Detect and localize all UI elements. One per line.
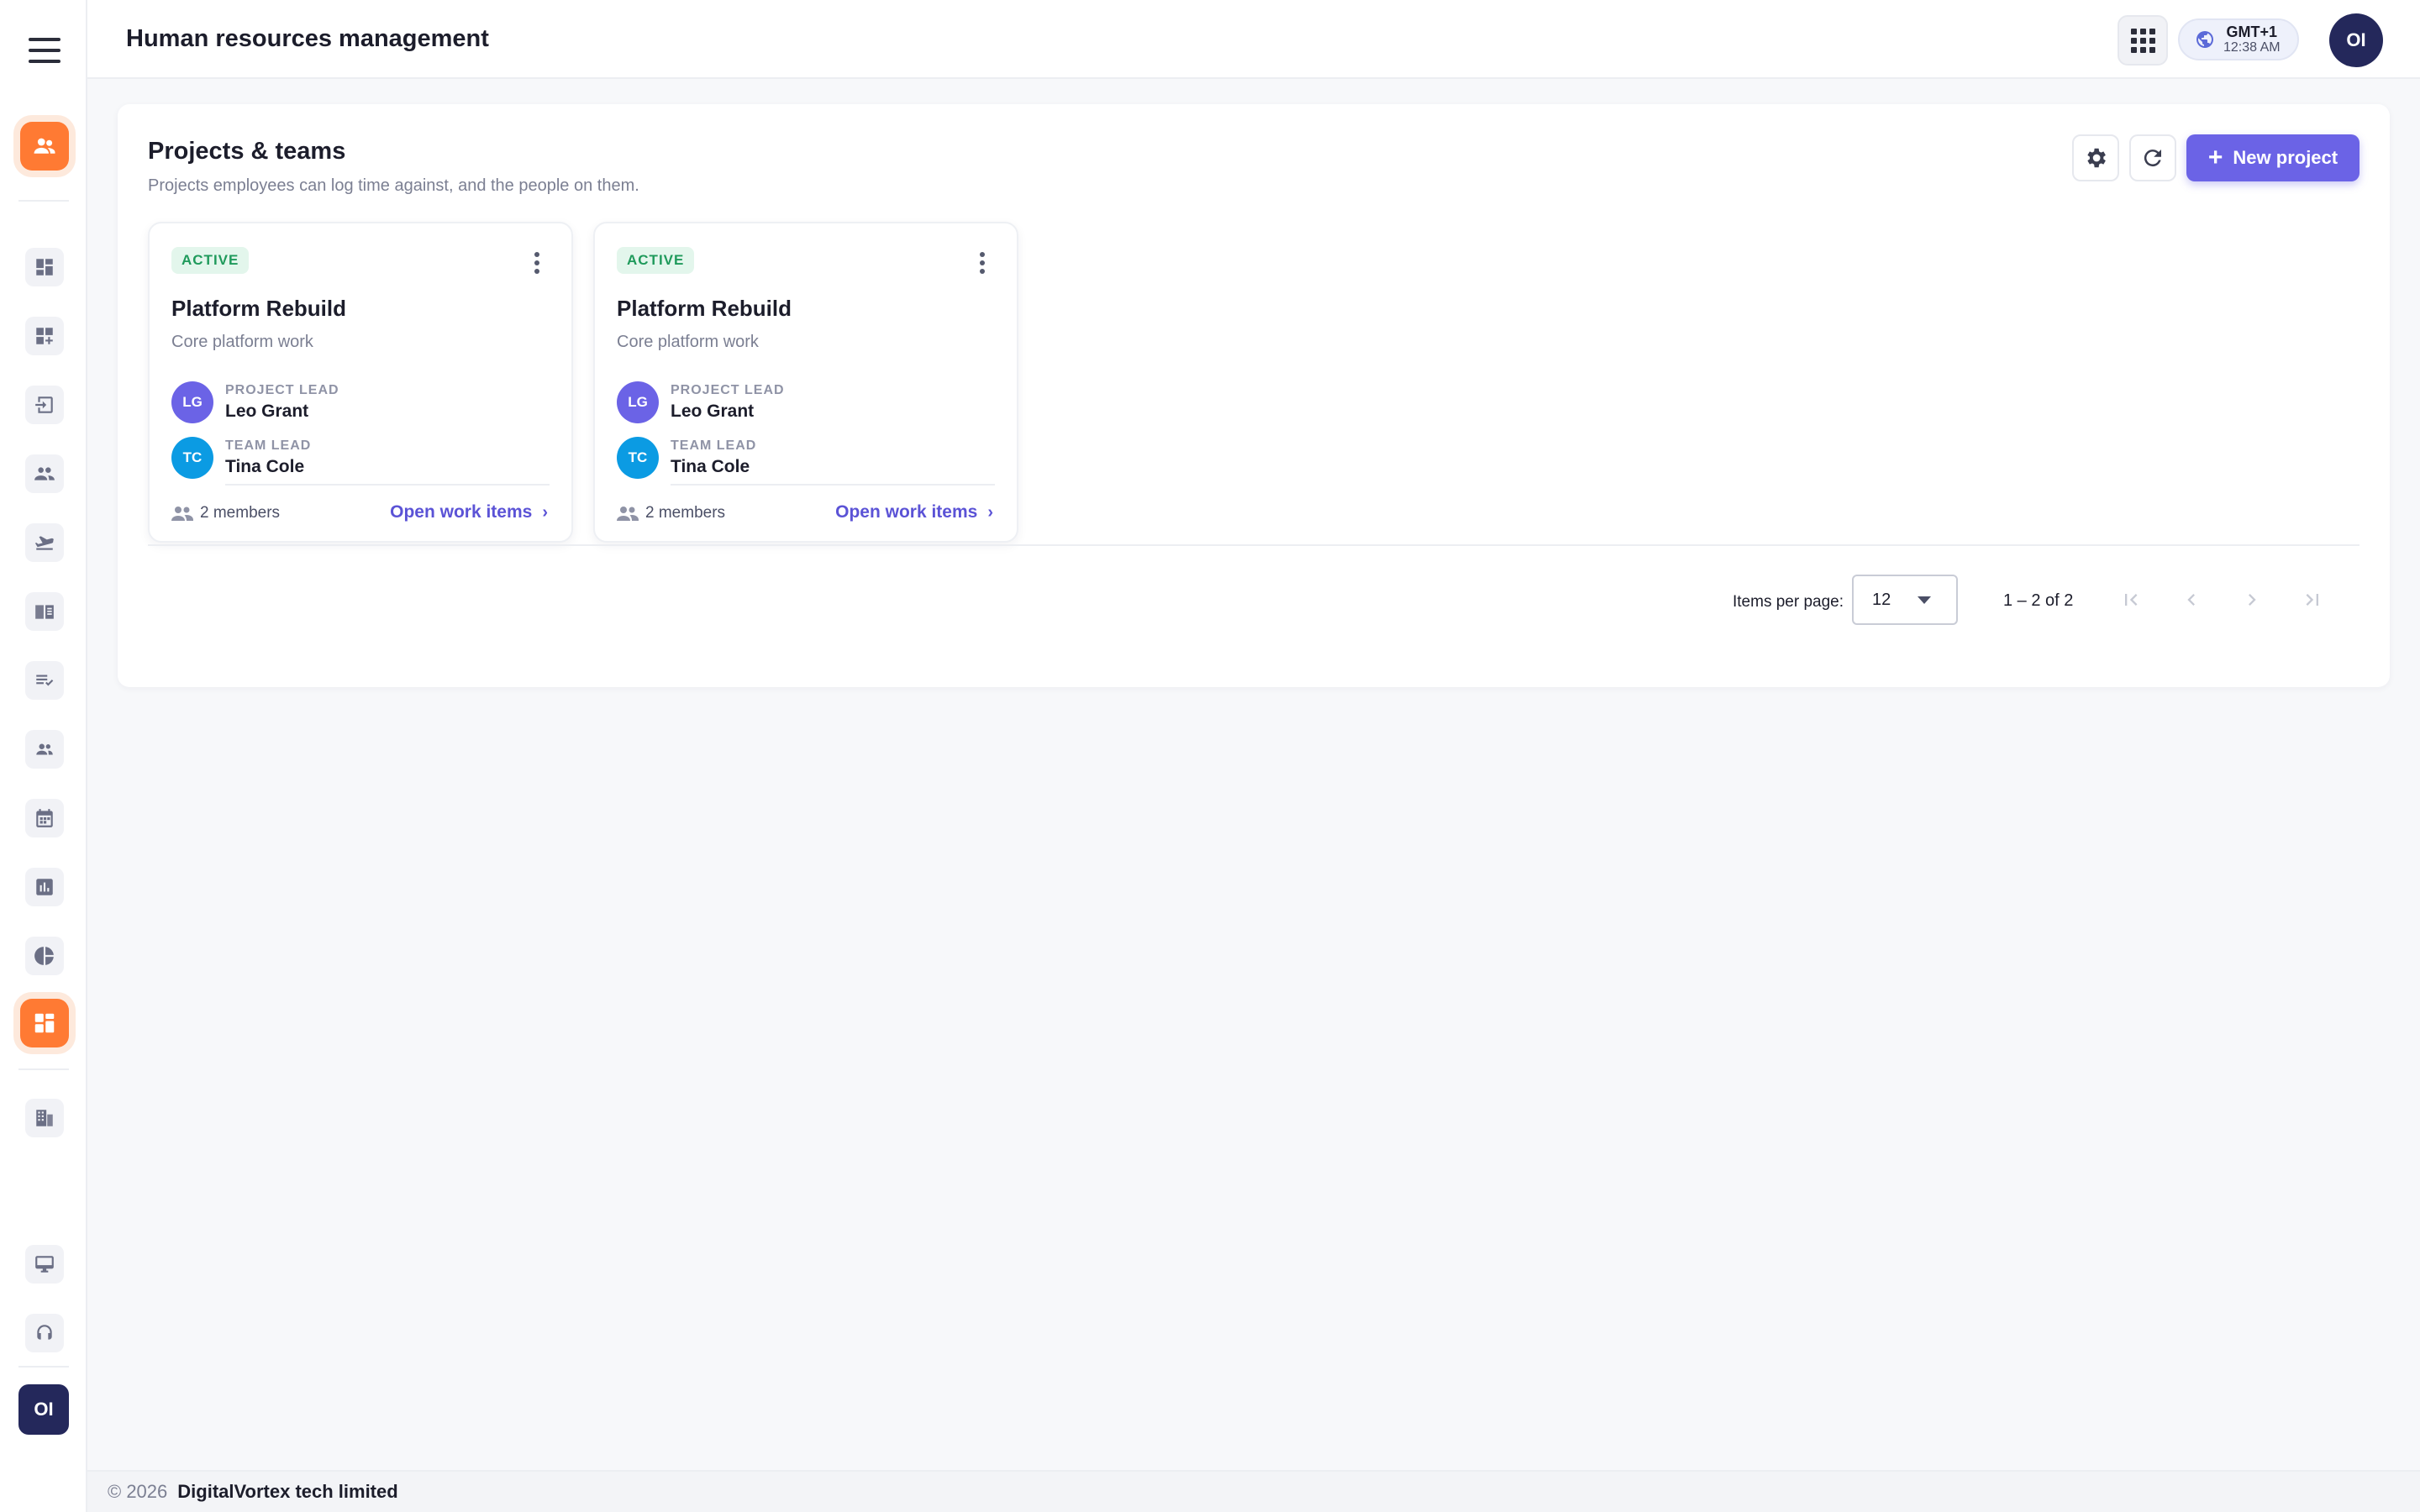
- members-count: 2 members: [171, 504, 280, 522]
- group-icon[interactable]: [25, 454, 64, 493]
- person-name: Tina Cole: [225, 457, 305, 476]
- last-page-button[interactable]: [2292, 580, 2333, 620]
- sidebar-user-avatar[interactable]: OI: [18, 1384, 69, 1435]
- avatar: LG: [171, 381, 213, 423]
- role-label: TEAM LEAD: [671, 438, 757, 453]
- items-per-page-value: 12: [1872, 590, 1891, 609]
- calendar-icon[interactable]: [25, 799, 64, 837]
- timezone-label: GMT+1: [2226, 24, 2278, 40]
- team-lead: TC TEAM LEAD Tina Cole: [617, 437, 756, 479]
- person-name: Leo Grant: [225, 402, 309, 421]
- more-options-icon[interactable]: [978, 252, 986, 274]
- page-subtitle: Projects employees can log time against,…: [148, 176, 639, 195]
- projects-icon[interactable]: [20, 999, 69, 1047]
- more-options-icon[interactable]: [533, 252, 541, 274]
- project-card[interactable]: ACTIVE Platform Rebuild Core platform wo…: [593, 222, 1018, 543]
- pagination-range: 1 – 2 of 2: [2003, 591, 2074, 610]
- role-label: TEAM LEAD: [225, 438, 312, 453]
- next-page-button[interactable]: [2232, 580, 2272, 620]
- first-page-button[interactable]: [2111, 580, 2151, 620]
- top-header: Human resources management GMT+1 12:38 A…: [87, 0, 2420, 79]
- open-work-items-link[interactable]: Open work items ›: [835, 502, 993, 522]
- chevron-right-icon: [2249, 594, 2256, 606]
- bar-chart-icon[interactable]: [25, 868, 64, 906]
- new-project-label: New project: [2233, 147, 2338, 168]
- plus-icon: +: [2207, 144, 2223, 171]
- avatar: TC: [617, 437, 659, 479]
- avatar: LG: [617, 381, 659, 423]
- first-page-icon: [2125, 594, 2138, 606]
- project-lead: LG PROJECT LEAD Leo Grant: [617, 381, 785, 423]
- members-icon: [617, 507, 639, 521]
- book-icon[interactable]: [25, 592, 64, 631]
- members-label: 2 members: [645, 504, 726, 522]
- footer: © 2026 DigitalVortex tech limited: [87, 1470, 2420, 1512]
- gear-icon: [2087, 148, 2106, 168]
- items-per-page-label: Items per page:: [1733, 593, 1844, 611]
- company-name: DigitalVortex tech limited: [177, 1481, 398, 1502]
- team-icon[interactable]: [25, 730, 64, 769]
- support-icon[interactable]: [25, 1314, 64, 1352]
- globe-icon: [2196, 31, 2213, 48]
- apps-grid-icon[interactable]: [2118, 15, 2168, 66]
- last-page-icon: [2306, 594, 2318, 606]
- app-title: Human resources management: [126, 25, 489, 52]
- copyright: © 2026: [108, 1481, 168, 1502]
- panel-divider: [148, 544, 2360, 546]
- members-label: 2 members: [200, 504, 281, 522]
- chevron-right-icon: ›: [542, 502, 548, 522]
- menu-icon[interactable]: [29, 38, 60, 63]
- person-name: Tina Cole: [671, 457, 750, 476]
- user-avatar[interactable]: OI: [2329, 13, 2383, 67]
- previous-page-button[interactable]: [2171, 580, 2212, 620]
- open-work-items-link[interactable]: Open work items ›: [390, 502, 548, 522]
- sidebar-divider: [18, 200, 69, 202]
- project-name: Platform Rebuild: [617, 296, 792, 321]
- page-title: Projects & teams: [148, 138, 346, 165]
- sidebar-divider: [18, 1366, 69, 1368]
- desktop-icon[interactable]: [25, 1245, 64, 1284]
- role-label: PROJECT LEAD: [671, 383, 785, 397]
- dashboard-icon[interactable]: [25, 248, 64, 286]
- project-lead: LG PROJECT LEAD Leo Grant: [171, 381, 339, 423]
- dashboard-add-icon[interactable]: [25, 317, 64, 355]
- pie-chart-icon[interactable]: [25, 937, 64, 975]
- avatar: TC: [171, 437, 213, 479]
- project-card[interactable]: ACTIVE Platform Rebuild Core platform wo…: [148, 222, 573, 543]
- open-work-items-label: Open work items: [390, 502, 533, 522]
- settings-button[interactable]: [2072, 134, 2119, 181]
- chevron-left-icon: [2187, 594, 2195, 606]
- members-count: 2 members: [617, 504, 725, 522]
- sidebar-divider: [18, 1068, 69, 1070]
- project-description: Core platform work: [617, 333, 759, 351]
- status-badge: ACTIVE: [171, 247, 250, 274]
- playlist-check-icon[interactable]: [25, 661, 64, 700]
- open-work-items-label: Open work items: [835, 502, 978, 522]
- people-icon[interactable]: [20, 122, 69, 171]
- person-name: Leo Grant: [671, 402, 755, 421]
- sidebar: OI: [0, 0, 87, 1512]
- project-name: Platform Rebuild: [171, 296, 347, 321]
- card-divider: [671, 484, 995, 486]
- new-project-button[interactable]: + New project: [2186, 134, 2360, 181]
- timezone-pill[interactable]: GMT+1 12:38 AM: [2178, 18, 2299, 60]
- members-icon: [171, 507, 193, 521]
- chevron-right-icon: ›: [987, 502, 993, 522]
- status-badge: ACTIVE: [617, 247, 695, 274]
- refresh-icon: [2144, 150, 2161, 167]
- flight-takeoff-icon[interactable]: [25, 523, 64, 562]
- refresh-button[interactable]: [2129, 134, 2176, 181]
- projects-panel: Projects & teams Projects employees can …: [118, 104, 2390, 687]
- dropdown-arrow-icon: [1918, 596, 1931, 604]
- current-time: 12:38 AM: [2223, 40, 2281, 55]
- input-icon[interactable]: [25, 386, 64, 424]
- card-divider: [225, 484, 550, 486]
- team-lead: TC TEAM LEAD Tina Cole: [171, 437, 311, 479]
- building-icon[interactable]: [25, 1099, 64, 1137]
- project-description: Core platform work: [171, 333, 313, 351]
- items-per-page-select[interactable]: 12: [1852, 575, 1958, 625]
- role-label: PROJECT LEAD: [225, 383, 339, 397]
